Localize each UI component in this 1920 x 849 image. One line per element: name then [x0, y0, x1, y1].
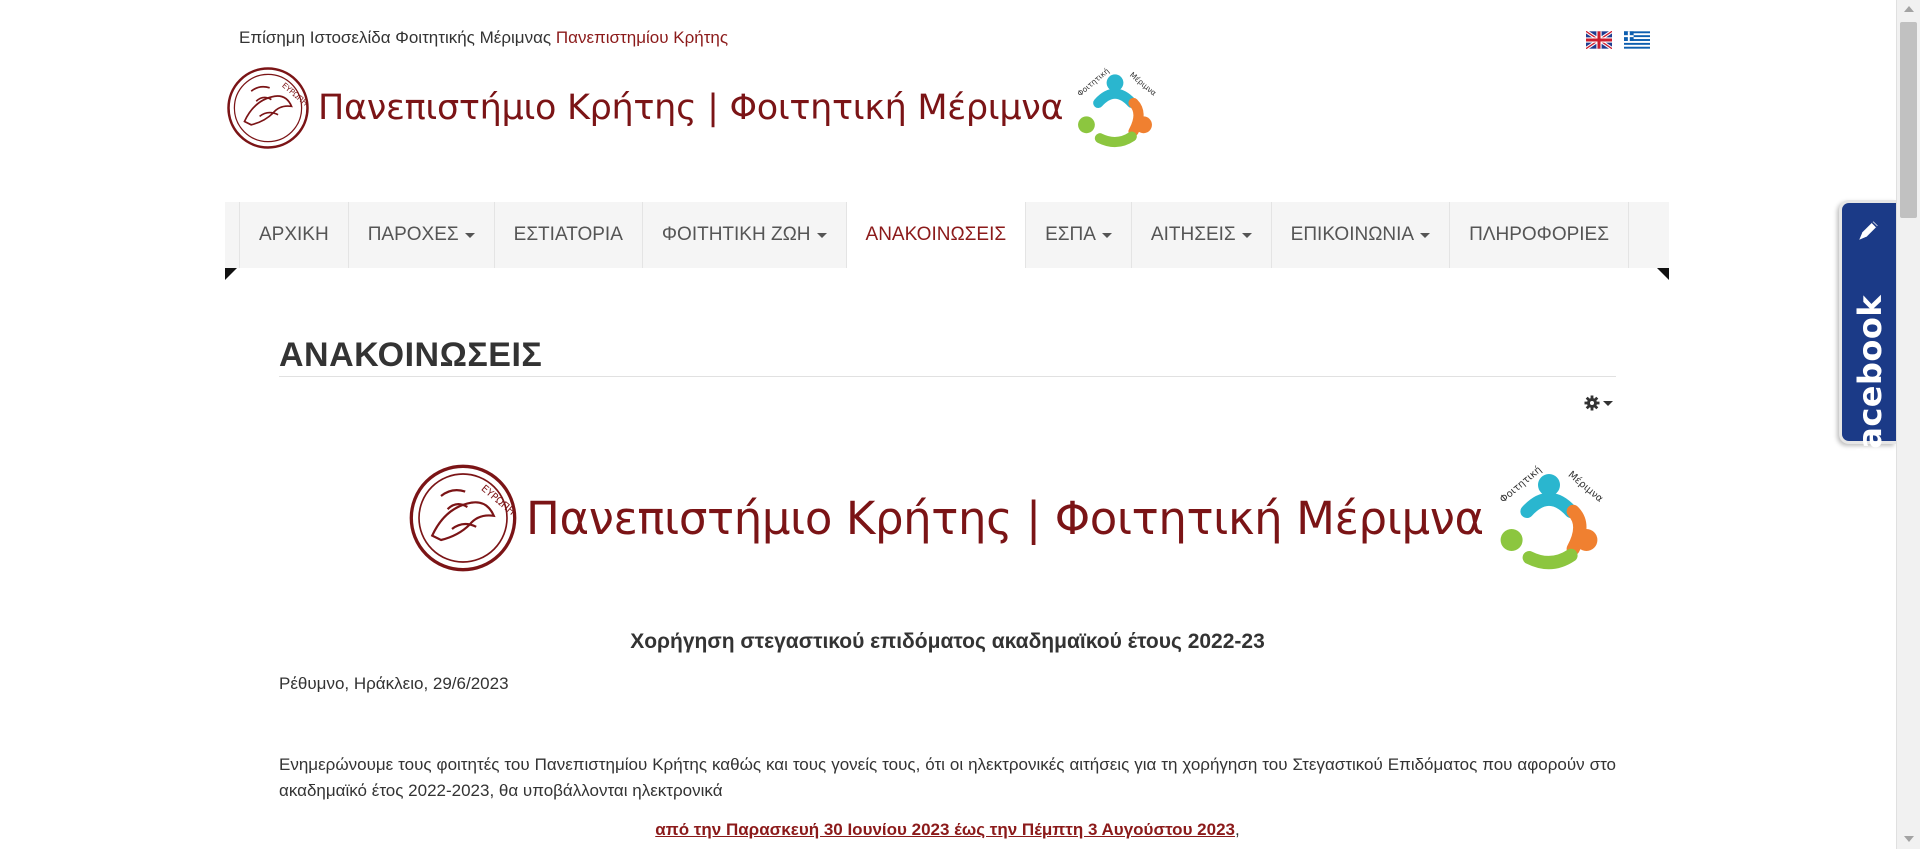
- nav-item-announcements[interactable]: ΑΝΑΚΟΙΝΩΣΕΙΣ: [845, 202, 1026, 268]
- nav-item-applications[interactable]: ΑΙΤΗΣΕΙΣ: [1130, 202, 1271, 268]
- student-care-badge-icon: Φοιτητική Μέριμνα: [1076, 66, 1157, 148]
- title-divider: [279, 376, 1616, 377]
- tagline-prefix: Επίσημη Ιστοσελίδα Φοιτητικής Μέριμνας: [239, 28, 552, 47]
- student-care-badge-icon: Φοιτητική Μέριμνα: [1497, 464, 1604, 570]
- application-period-link[interactable]: από την Παρασκευή 30 Ιουνίου 2023 έως τη…: [655, 820, 1235, 839]
- university-seal-icon: ΕΥΡΩΠΗ: [409, 464, 517, 572]
- nav-corner-decoration-right: [1657, 268, 1669, 280]
- application-period: από την Παρασκευή 30 Ιουνίου 2023 έως τη…: [279, 820, 1616, 840]
- vertical-scrollbar[interactable]: [1896, 0, 1920, 849]
- nav-item-information[interactable]: ΠΛΗΡΟΦΟΡΙΕΣ: [1449, 202, 1629, 268]
- svg-text:Μέριμνα: Μέριμνα: [1565, 469, 1603, 505]
- pen-icon: [1859, 221, 1878, 240]
- university-link[interactable]: Πανεπιστημίου Κρήτης: [556, 28, 728, 47]
- application-period-suffix: ,: [1235, 820, 1240, 839]
- article-dateline: Ρέθυμνο, Ηράκλειο, 29/6/2023: [279, 674, 509, 693]
- greek-flag-icon[interactable]: [1624, 31, 1650, 49]
- article-banner: ΕΥΡΩΠΗ Πανεπιστήμιο Κρήτης | Φοιτητική Μ…: [408, 458, 1604, 578]
- banner-logo-text: Πανεπιστήμιο Κρήτης | Φοιτητική Μέριμνα: [526, 491, 1484, 545]
- university-seal-icon: ΕΥΡΩΠΗ: [227, 67, 310, 149]
- site-logo-text: Πανεπιστήμιο Κρήτης | Φοιτητική Μέριμνα: [318, 88, 1064, 128]
- facebook-tab[interactable]: facebook: [1839, 200, 1896, 463]
- article-title: Χορήγηση στεγαστικού επιδόματος ακαδημαϊ…: [630, 630, 1265, 653]
- chevron-down-icon: [464, 232, 475, 238]
- nav-item-home[interactable]: ΑΡΧΙΚΗ: [239, 202, 348, 268]
- chevron-down-icon: [1420, 232, 1431, 238]
- facebook-label: facebook: [1851, 294, 1889, 464]
- gear-icon: [1584, 395, 1600, 411]
- article-tools-button[interactable]: [1584, 394, 1616, 412]
- page-title: ΑΝΑΚΟΙΝΩΣΕΙΣ: [279, 336, 543, 374]
- chevron-down-icon: [816, 232, 827, 238]
- nav-item-student-life[interactable]: ΦΟΙΤΗΤΙΚΗ ΖΩΗ: [641, 202, 846, 268]
- nav-corner-decoration-left: [225, 268, 237, 280]
- chevron-down-icon: [1603, 400, 1613, 406]
- scroll-up-arrow-icon[interactable]: [1904, 6, 1914, 12]
- main-navigation: ΑΡΧΙΚΗ ΠΑΡΟΧΕΣ ΕΣΤΙΑΤΟΡΙΑ ΦΟΙΤΗΤΙΚΗ ΖΩΗ …: [225, 202, 1669, 268]
- site-logo[interactable]: ΕΥΡΩΠΗ Πανεπιστήμιο Κρήτης | Φοιτητική Μ…: [226, 66, 1157, 150]
- uk-flag-icon[interactable]: [1586, 31, 1612, 49]
- nav-item-benefits[interactable]: ΠΑΡΟΧΕΣ: [347, 202, 494, 268]
- site-tagline: Επίσημη Ιστοσελίδα Φοιτητικής Μέριμνας Π…: [239, 28, 728, 48]
- scrollbar-thumb[interactable]: [1900, 22, 1917, 218]
- chevron-down-icon: [1241, 232, 1252, 238]
- article-paragraph: Ενημερώνουμε τους φοιτητές του Πανεπιστη…: [279, 755, 1616, 800]
- nav-item-espa[interactable]: ΕΣΠΑ: [1025, 202, 1131, 268]
- scroll-down-arrow-icon[interactable]: [1904, 836, 1914, 842]
- nav-item-restaurants[interactable]: ΕΣΤΙΑΤΟΡΙΑ: [493, 202, 642, 268]
- svg-text:Μέριμνα: Μέριμνα: [1128, 70, 1157, 97]
- nav-item-contact[interactable]: ΕΠΙΚΟΙΝΩΝΙΑ: [1270, 202, 1449, 268]
- chevron-down-icon: [1101, 232, 1112, 238]
- language-switcher: [1586, 31, 1650, 49]
